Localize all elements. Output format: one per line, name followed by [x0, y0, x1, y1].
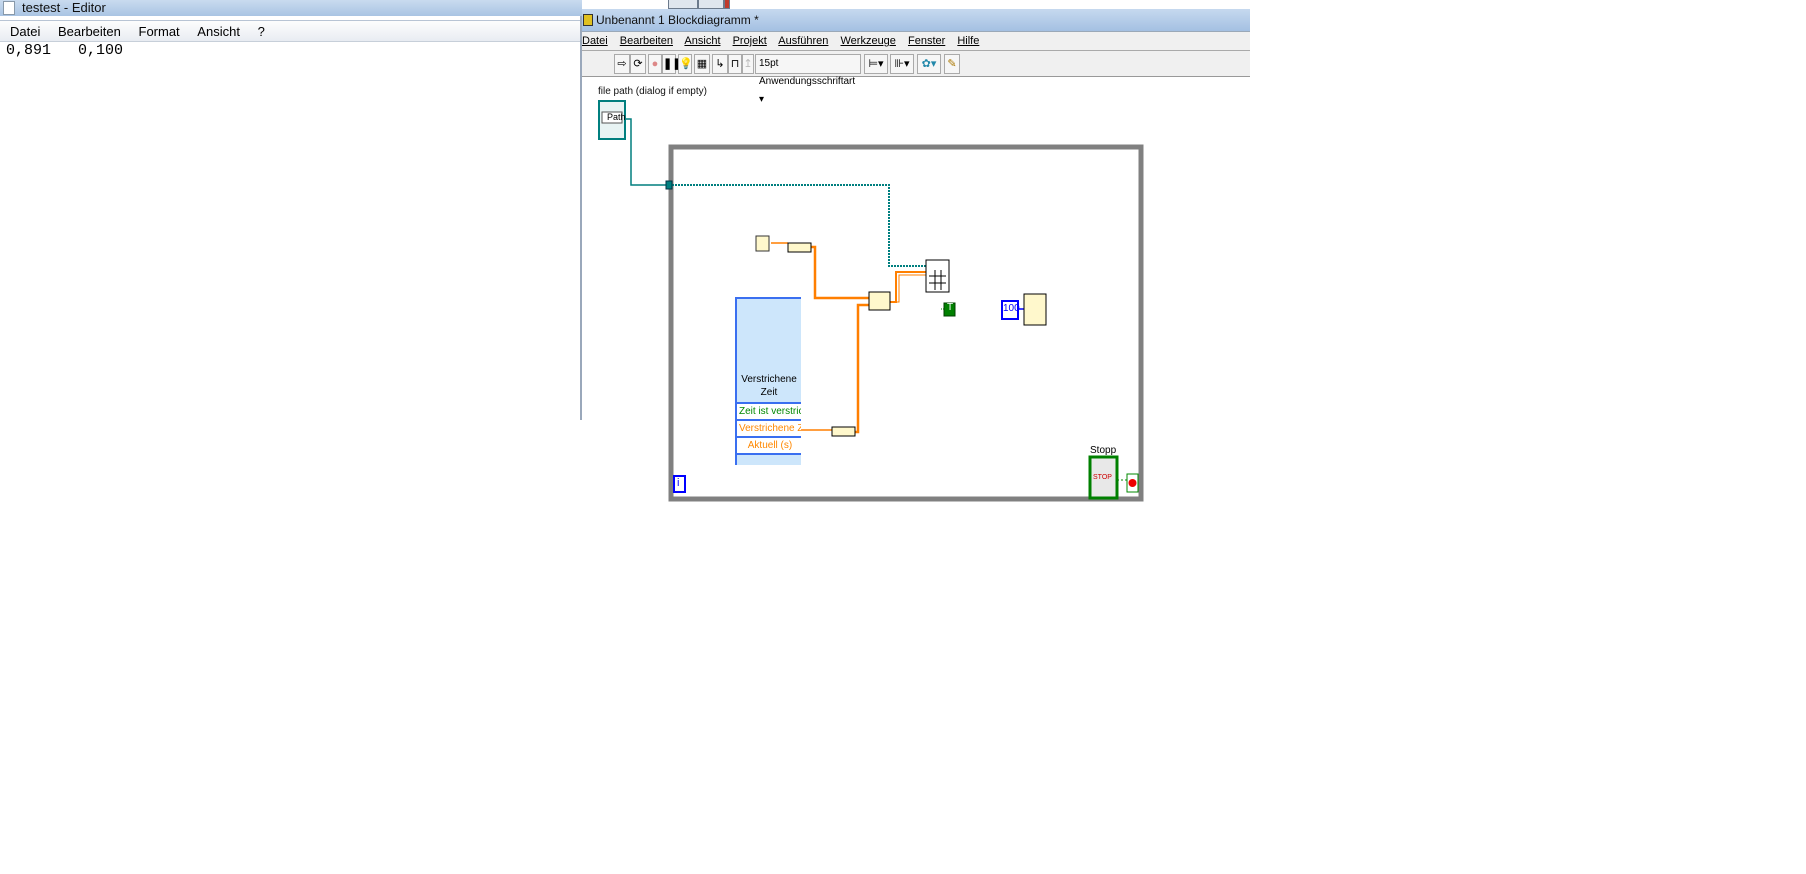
path-wire-inner[interactable]	[669, 184, 926, 267]
output-time-elapsed[interactable]: Zeit ist verstrichen	[737, 402, 801, 419]
elapsed-time-title: Verstrichene Zeit	[741, 374, 797, 398]
true-constant-label: T	[947, 302, 954, 313]
dbl-wire[interactable]	[811, 245, 869, 300]
stop-condition-icon	[1128, 479, 1137, 487]
loop-tunnel	[665, 180, 673, 190]
build-array-node[interactable]	[868, 291, 891, 311]
wait-ms-icon[interactable]	[1023, 293, 1047, 326]
elapsed-time-express-vi[interactable]: Verstrichene Zeit Zeit ist verstrichen V…	[735, 297, 801, 465]
array-wire[interactable]	[890, 271, 926, 303]
stop-text: STOP	[1093, 474, 1112, 481]
to-double-node[interactable]	[787, 242, 812, 253]
output-current-seconds[interactable]: Aktuell (s)	[737, 436, 801, 453]
expand-handle[interactable]	[737, 453, 801, 465]
path-text: Path	[607, 112, 626, 122]
array-wire-2	[896, 274, 926, 303]
iteration-label: i	[677, 477, 680, 489]
iteration-terminal	[673, 475, 686, 493]
path-wire[interactable]	[626, 118, 669, 186]
output-elapsed-time[interactable]: Verstrichene Zeit	[737, 419, 801, 436]
stop-label: Stopp	[1090, 445, 1117, 456]
elapsed-dbl-wire[interactable]	[855, 303, 869, 434]
wait-ms-value[interactable]: 100	[1003, 303, 1020, 314]
block-diagram	[598, 100, 1144, 502]
convert-node[interactable]	[831, 426, 856, 437]
tick-count-icon[interactable]	[755, 235, 770, 252]
